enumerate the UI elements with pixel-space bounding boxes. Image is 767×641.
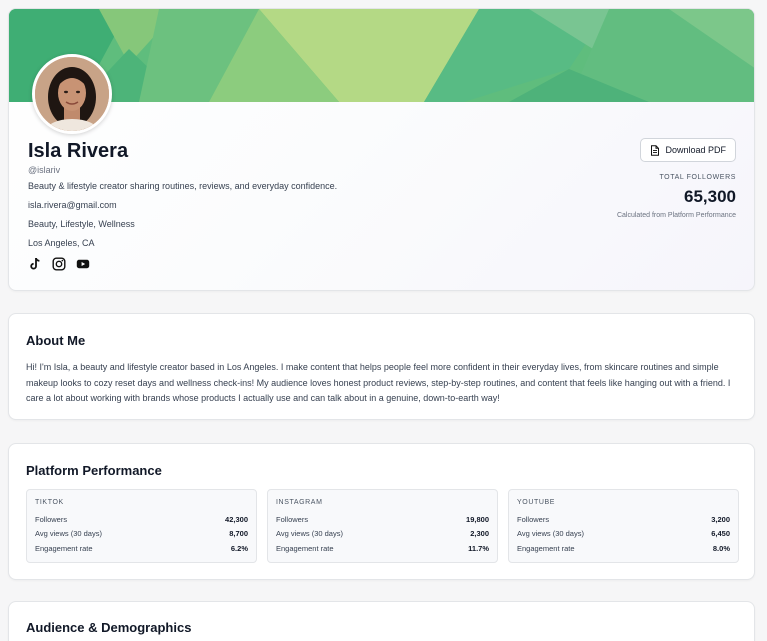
platform-title: Platform Performance (26, 463, 162, 478)
stat-label: Followers (35, 514, 68, 524)
stat-row: Avg views (30 days) 6,450 (517, 527, 730, 542)
profile-banner (9, 9, 754, 102)
stat-row: Followers 42,300 (35, 512, 248, 527)
profile-email: isla.rivera@gmail.com (28, 200, 117, 210)
profile-bio: Beauty & lifestyle creator sharing routi… (28, 181, 338, 191)
stat-row: Engagement rate 8.0% (517, 541, 730, 556)
stat-row: Engagement rate 11.7% (276, 541, 489, 556)
total-followers-label: TOTAL FOLLOWERS (659, 174, 736, 181)
profile-categories: Beauty, Lifestyle, Wellness (28, 219, 135, 229)
stat-row: Followers 3,200 (517, 512, 730, 527)
platform-card-youtube: YOUTUBE Followers 3,200 Avg views (30 da… (508, 489, 739, 563)
stat-value: 19,800 (466, 514, 489, 524)
platform-card-tiktok: TIKTOK Followers 42,300 Avg views (30 da… (26, 489, 257, 563)
about-title: About Me (26, 333, 86, 348)
about-text: Hi! I'm Isla, a beauty and lifestyle cre… (26, 362, 731, 403)
platform-cards: TIKTOK Followers 42,300 Avg views (30 da… (26, 489, 739, 563)
platform-card-instagram: INSTAGRAM Followers 19,800 Avg views (30… (267, 489, 498, 563)
tiktok-icon[interactable] (28, 257, 42, 271)
profile-name: Isla Rivera (28, 140, 129, 162)
stat-label: Avg views (30 days) (276, 529, 343, 539)
stat-label: Engagement rate (35, 543, 93, 553)
platform-performance-card: Platform Performance TIKTOK Followers 42… (8, 443, 755, 580)
stat-label: Engagement rate (517, 543, 575, 553)
profile-handle: @islariv (28, 165, 61, 175)
audience-title: Audience & Demographics (26, 620, 192, 635)
stat-row: Avg views (30 days) 2,300 (276, 527, 489, 542)
about-card: About Me Hi! I'm Isla, a beauty and life… (8, 313, 755, 420)
stat-value: 2,300 (470, 529, 489, 539)
stat-value: 8,700 (229, 529, 248, 539)
stat-value: 3,200 (711, 514, 730, 524)
stat-label: Engagement rate (276, 543, 334, 553)
stat-row: Followers 19,800 (276, 512, 489, 527)
avatar (32, 54, 112, 134)
stat-value: 6.2% (230, 543, 248, 553)
stat-row: Engagement rate 6.2% (35, 541, 248, 556)
stat-label: Avg views (30 days) (35, 529, 102, 539)
profile-location: Los Angeles, CA (28, 238, 95, 248)
total-followers-note: Calculated from Platform Performance (616, 212, 736, 219)
stat-value: 11.7% (468, 543, 489, 553)
platform-name: TIKTOK (35, 499, 64, 506)
document-icon (651, 144, 660, 156)
stat-label: Followers (517, 514, 550, 524)
download-pdf-button[interactable]: Download PDF (640, 138, 736, 162)
stat-row: Avg views (30 days) 8,700 (35, 527, 248, 542)
stat-value: 6,450 (711, 529, 730, 539)
youtube-icon[interactable] (76, 257, 90, 271)
profile-card: Isla Rivera @islariv Beauty & lifestyle … (8, 8, 755, 291)
stat-value: 42,300 (225, 514, 248, 524)
platform-name: INSTAGRAM (276, 499, 323, 506)
stat-label: Followers (276, 514, 309, 524)
audience-card: Audience & Demographics (8, 601, 755, 641)
platform-name: YOUTUBE (517, 499, 556, 506)
social-links (28, 257, 90, 271)
stat-label: Avg views (30 days) (517, 529, 584, 539)
total-followers-value: 65,300 (684, 187, 736, 206)
stat-value: 8.0% (712, 543, 730, 553)
instagram-icon[interactable] (52, 257, 66, 271)
download-pdf-label: Download PDF (665, 145, 726, 155)
